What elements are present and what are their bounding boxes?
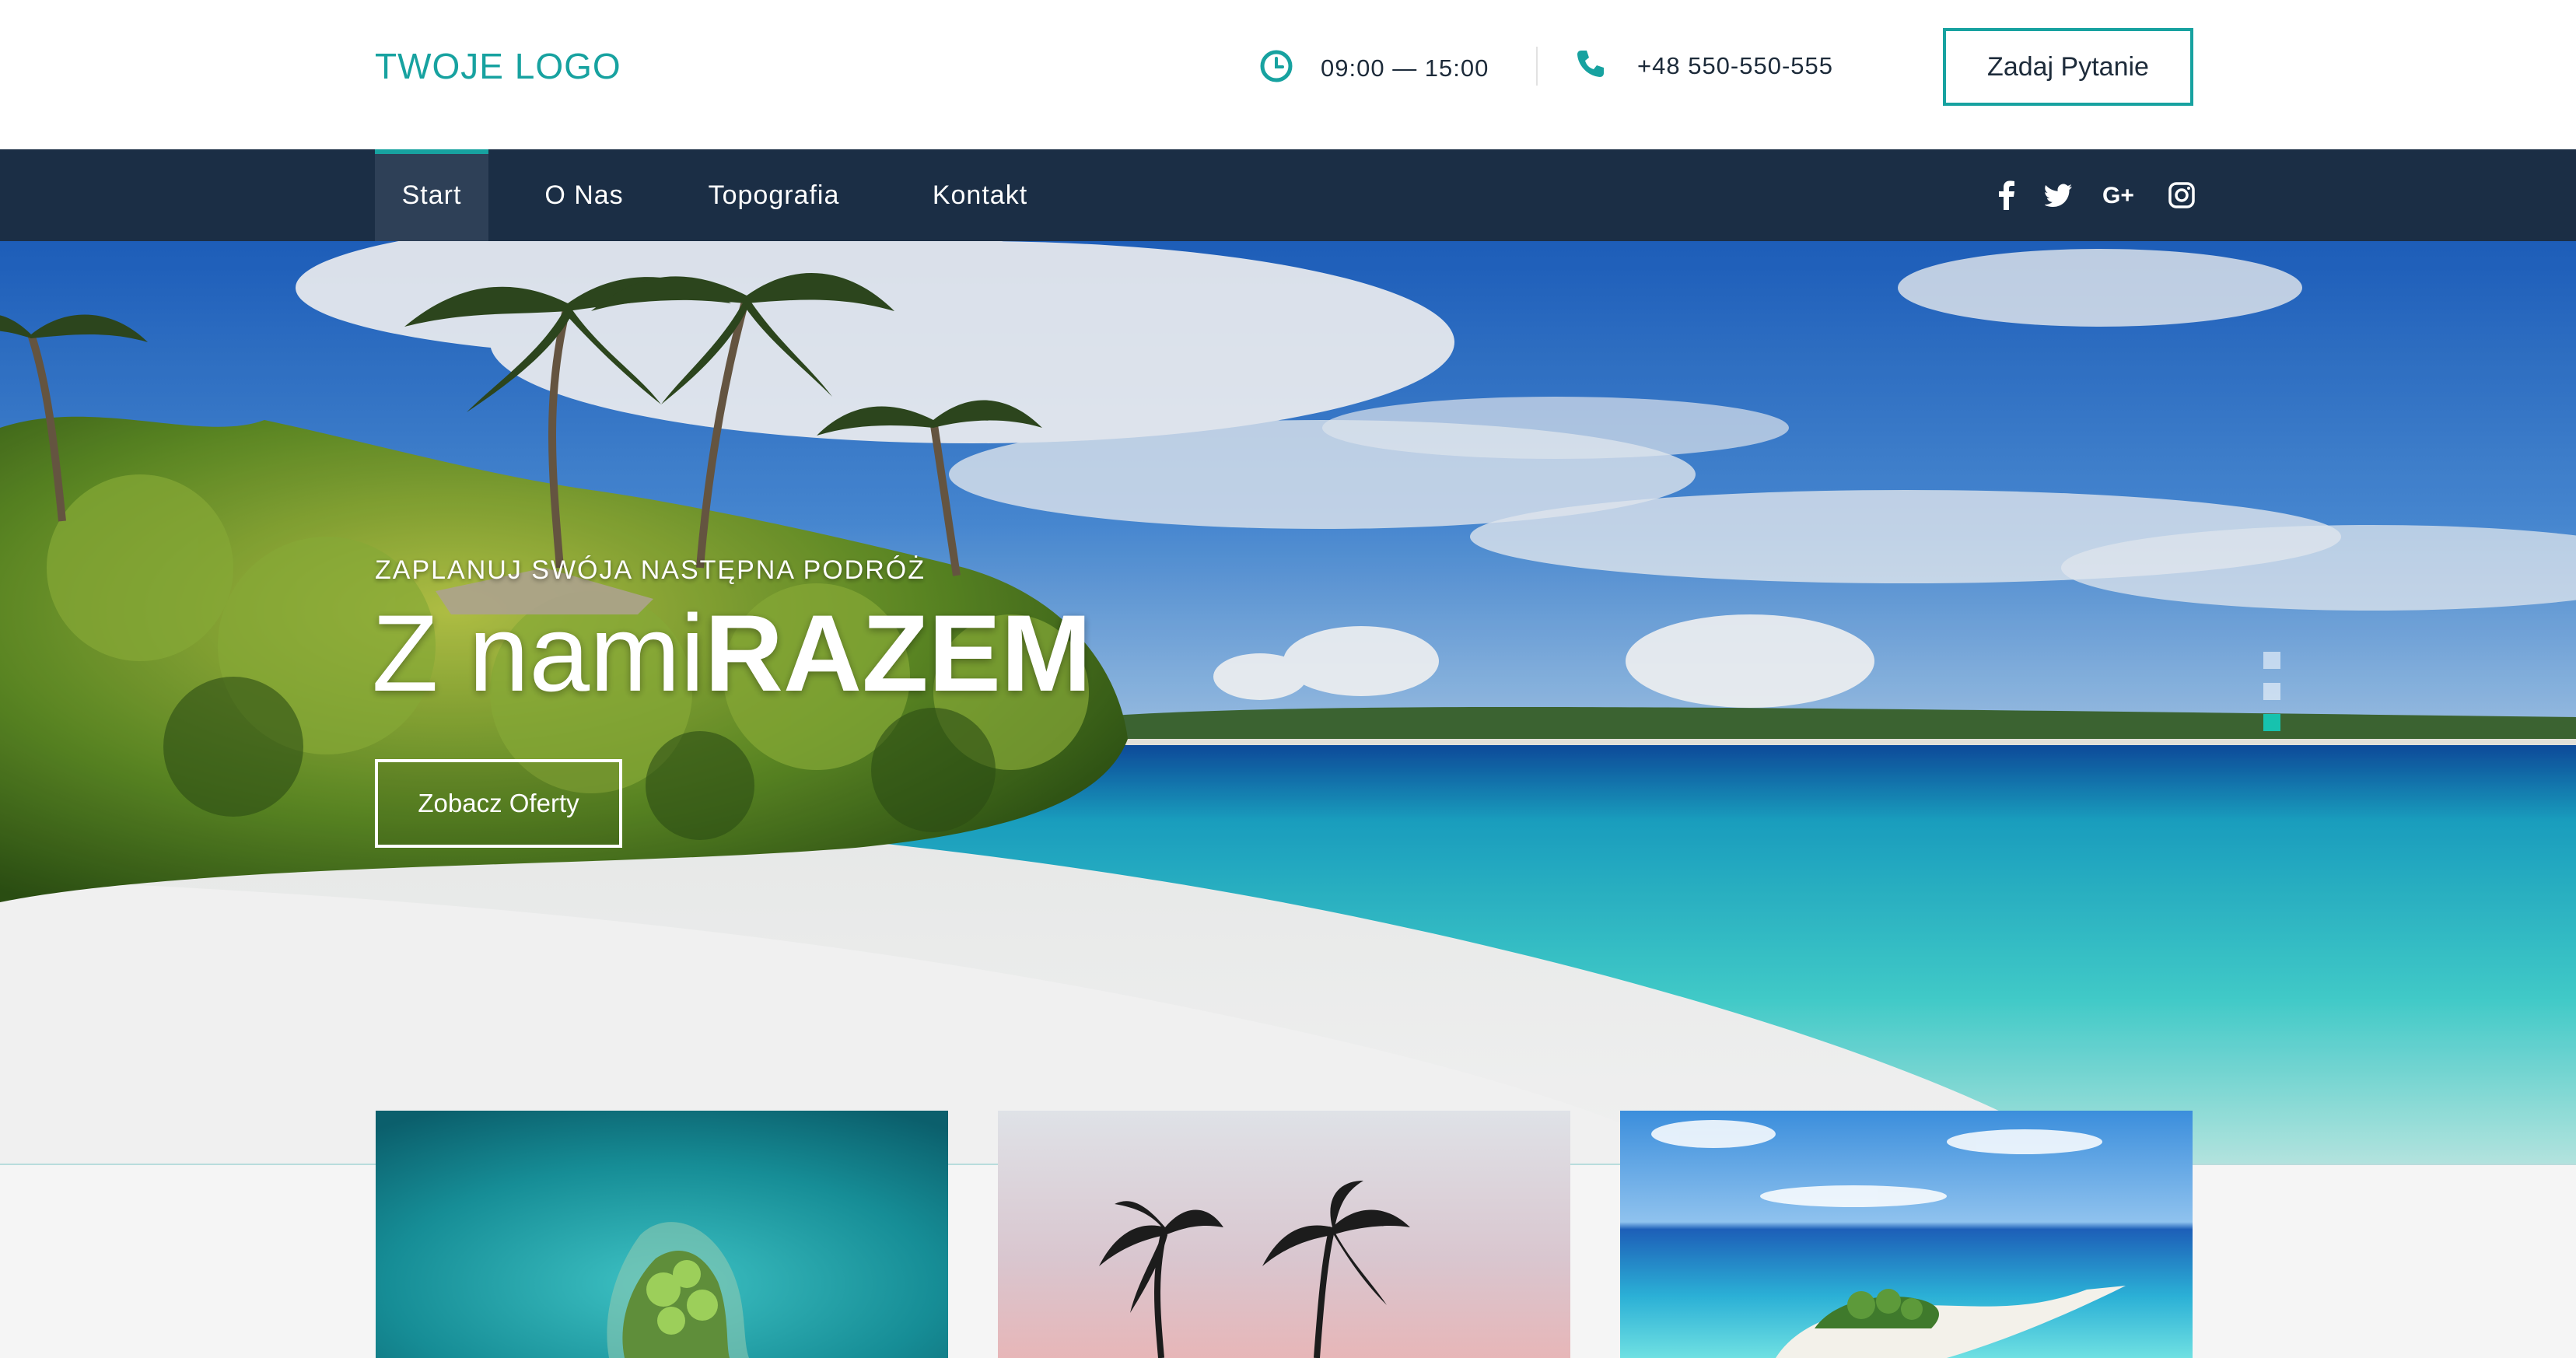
aerial-island-photo <box>376 1111 948 1358</box>
instagram-icon[interactable] <box>2162 149 2201 241</box>
see-offers-button[interactable]: Zobacz Oferty <box>375 759 622 848</box>
phone-contact: +48 550-550-555 <box>1575 48 1833 83</box>
offer-card-3[interactable] <box>1620 1111 2193 1358</box>
palm-trees-sunset-photo <box>998 1111 1570 1358</box>
twitter-icon[interactable] <box>2039 149 2078 241</box>
hero-title-bold: RAZEM <box>704 592 1092 714</box>
hero-slider: ZAPLANUJ SWÓJA NASTĘPNA PODRÓŻ Z namiRAZ… <box>0 241 2576 1165</box>
header-divider <box>1536 47 1538 86</box>
hero-kicker: ZAPLANUJ SWÓJA NASTĘPNA PODRÓŻ <box>375 555 926 585</box>
svg-text:G+: G+ <box>2102 184 2134 207</box>
site-logo[interactable]: TWOJE LOGO <box>375 45 621 87</box>
clock-icon <box>1260 50 1293 86</box>
island-sandbar-photo <box>1620 1111 2193 1358</box>
phone-icon <box>1575 48 1606 83</box>
nav-item-topografia[interactable]: Topografia <box>684 149 863 241</box>
facebook-icon[interactable] <box>1987 149 2026 241</box>
hours-text: 09:00 — 15:00 <box>1321 54 1489 82</box>
offer-card-1[interactable] <box>376 1111 948 1358</box>
main-navigation: Start O Nas Topografia Kontakt G+ <box>0 149 2576 241</box>
slider-pagination <box>2263 652 2280 745</box>
hero-title-light: Z nami <box>372 592 705 714</box>
offer-card-2[interactable] <box>998 1111 1570 1358</box>
slider-dot-2[interactable] <box>2263 683 2280 700</box>
phone-number[interactable]: +48 550-550-555 <box>1637 52 1833 80</box>
hero-title: Z namiRAZEM <box>372 599 1092 708</box>
slider-dot-3[interactable] <box>2263 714 2280 731</box>
ask-question-button[interactable]: Zadaj Pytanie <box>1943 28 2193 106</box>
google-plus-icon[interactable]: G+ <box>2102 149 2140 241</box>
opening-hours: 09:00 — 15:00 <box>1260 50 1489 86</box>
slider-dot-1[interactable] <box>2263 652 2280 669</box>
nav-item-o-nas[interactable]: O Nas <box>520 149 649 241</box>
top-header: TWOJE LOGO 09:00 — 15:00 +48 550-550-555… <box>0 0 2576 149</box>
nav-item-kontakt[interactable]: Kontakt <box>910 149 1050 241</box>
nav-item-start[interactable]: Start <box>375 149 488 241</box>
